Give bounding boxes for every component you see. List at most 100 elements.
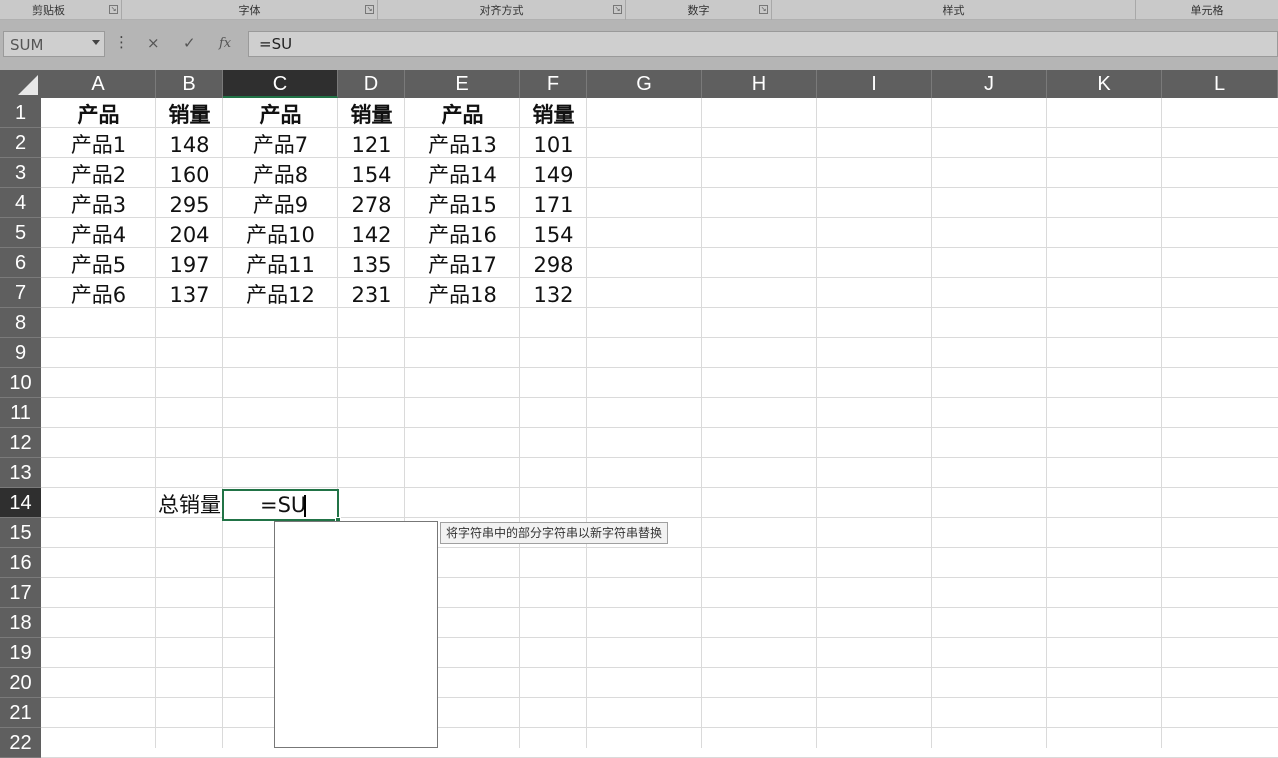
row-header-7[interactable]: 7 <box>0 278 41 308</box>
table-header-cell[interactable]: 产品 <box>223 100 338 130</box>
column-header-k[interactable]: K <box>1047 70 1162 98</box>
table-cell[interactable]: 产品10 <box>223 220 338 250</box>
row-header-8[interactable]: 8 <box>0 308 41 338</box>
table-cell[interactable]: 产品13 <box>405 130 520 160</box>
row-header-4[interactable]: 4 <box>0 188 41 218</box>
table-cell[interactable]: 产品14 <box>405 160 520 190</box>
table-cell[interactable]: 产品6 <box>41 280 156 310</box>
table-cell[interactable]: 295 <box>156 190 223 220</box>
table-cell[interactable]: 产品12 <box>223 280 338 310</box>
row-header-18[interactable]: 18 <box>0 608 41 638</box>
row-header-21[interactable]: 21 <box>0 698 41 728</box>
table-cell[interactable]: 154 <box>338 160 405 190</box>
row-header-17[interactable]: 17 <box>0 578 41 608</box>
table-cell[interactable]: 204 <box>156 220 223 250</box>
name-box[interactable]: SUM <box>3 31 105 57</box>
column-header-i[interactable]: I <box>817 70 932 98</box>
table-cell[interactable]: 产品3 <box>41 190 156 220</box>
row-header-11[interactable]: 11 <box>0 398 41 428</box>
table-cell[interactable]: 132 <box>520 280 587 310</box>
table-cell[interactable]: 产品5 <box>41 250 156 280</box>
row-header-3[interactable]: 3 <box>0 158 41 188</box>
table-header-cell[interactable]: 产品 <box>405 100 520 130</box>
column-header-a[interactable]: A <box>41 70 156 98</box>
table-cell[interactable]: 149 <box>520 160 587 190</box>
row-header-6[interactable]: 6 <box>0 248 41 278</box>
column-header-f[interactable]: F <box>520 70 587 98</box>
chevron-down-icon[interactable] <box>92 40 100 45</box>
table-cell[interactable]: 产品1 <box>41 130 156 160</box>
table-cell[interactable]: 197 <box>156 250 223 280</box>
table-cell[interactable]: 278 <box>338 190 405 220</box>
table-cell[interactable]: 产品15 <box>405 190 520 220</box>
row-header-15[interactable]: 15 <box>0 518 41 548</box>
dialog-launcher-icon[interactable]: ↘ <box>613 5 622 14</box>
cancel-icon[interactable]: × <box>147 34 160 52</box>
worksheet-grid[interactable]: ABCDEFGHIJKL 1 2 3 4 5 6 7 8 9 10 11 12 13 14 15 16 17 18… <box>0 70 1278 758</box>
table-cell[interactable]: 148 <box>156 130 223 160</box>
table-cell[interactable]: 产品18 <box>405 280 520 310</box>
dialog-launcher-icon[interactable]: ↘ <box>109 5 118 14</box>
enter-icon[interactable]: ✓ <box>183 34 196 52</box>
table-header-cell[interactable]: 销量 <box>520 100 587 130</box>
formula-text: =SU <box>259 35 293 53</box>
row-header-13[interactable]: 13 <box>0 458 41 488</box>
row-header-20[interactable]: 20 <box>0 668 41 698</box>
dialog-launcher-icon[interactable]: ↘ <box>759 5 768 14</box>
table-cell[interactable]: 231 <box>338 280 405 310</box>
row-header-1[interactable]: 1 <box>0 98 41 128</box>
table-cell[interactable]: 154 <box>520 220 587 250</box>
table-cell[interactable]: 171 <box>520 190 587 220</box>
column-header-l[interactable]: L <box>1162 70 1278 98</box>
row-header-16[interactable]: 16 <box>0 548 41 578</box>
ribbon-group-cells: 单元格 <box>1136 0 1278 20</box>
table-cell[interactable]: 298 <box>520 250 587 280</box>
column-header-h[interactable]: H <box>702 70 817 98</box>
table-cell[interactable]: 产品16 <box>405 220 520 250</box>
active-cell-editor[interactable]: =SU <box>222 489 341 523</box>
select-all-button[interactable] <box>0 70 41 98</box>
text-caret <box>304 495 306 517</box>
total-sales-label[interactable]: 总销量 <box>100 490 223 520</box>
table-cell[interactable]: 产品7 <box>223 130 338 160</box>
row-header-9[interactable]: 9 <box>0 338 41 368</box>
ribbon-group-label: 数字 <box>687 4 710 17</box>
row-header-19[interactable]: 19 <box>0 638 41 668</box>
table-cell[interactable]: 产品9 <box>223 190 338 220</box>
table-cell[interactable]: 160 <box>156 160 223 190</box>
column-header-g[interactable]: G <box>587 70 702 98</box>
table-cell[interactable]: 产品11 <box>223 250 338 280</box>
row-header-10[interactable]: 10 <box>0 368 41 398</box>
table-cell[interactable]: 产品17 <box>405 250 520 280</box>
table-header-cell[interactable]: 销量 <box>338 100 405 130</box>
ribbon-group-styles: 样式 <box>772 0 1136 20</box>
formula-input[interactable]: =SU <box>248 31 1278 57</box>
table-cell[interactable]: 产品8 <box>223 160 338 190</box>
table-cell[interactable]: 121 <box>338 130 405 160</box>
table-header-cell[interactable]: 产品 <box>41 100 156 130</box>
column-header-j[interactable]: J <box>932 70 1047 98</box>
table-cell[interactable]: 产品4 <box>41 220 156 250</box>
row-header-12[interactable]: 12 <box>0 428 41 458</box>
dialog-launcher-icon[interactable]: ↘ <box>365 5 374 14</box>
column-header-c[interactable]: C <box>223 70 338 98</box>
row-header-22[interactable]: 22 <box>0 728 41 758</box>
function-tooltip: 将字符串中的部分字符串以新字符串替换 <box>440 522 669 544</box>
table-cell[interactable]: 137 <box>156 280 223 310</box>
row-header-5[interactable]: 5 <box>0 218 41 248</box>
row-header-2[interactable]: 2 <box>0 128 41 158</box>
gridline-vertical <box>1046 98 1047 748</box>
column-header-d[interactable]: D <box>338 70 405 98</box>
table-cell[interactable]: 101 <box>520 130 587 160</box>
vertical-dots-icon[interactable]: ⋮ <box>114 33 129 51</box>
table-header-cell[interactable]: 销量 <box>156 100 223 130</box>
table-cell[interactable]: 产品2 <box>41 160 156 190</box>
table-cell[interactable]: 135 <box>338 250 405 280</box>
column-header-e[interactable]: E <box>405 70 520 98</box>
table-cell[interactable]: 142 <box>338 220 405 250</box>
row-header-14[interactable]: 14 <box>0 488 41 518</box>
function-icon[interactable]: fx <box>219 36 231 51</box>
column-header-b[interactable]: B <box>156 70 223 98</box>
function-autocomplete-list[interactable] <box>274 521 438 748</box>
gridline-horizontal <box>41 667 1278 668</box>
